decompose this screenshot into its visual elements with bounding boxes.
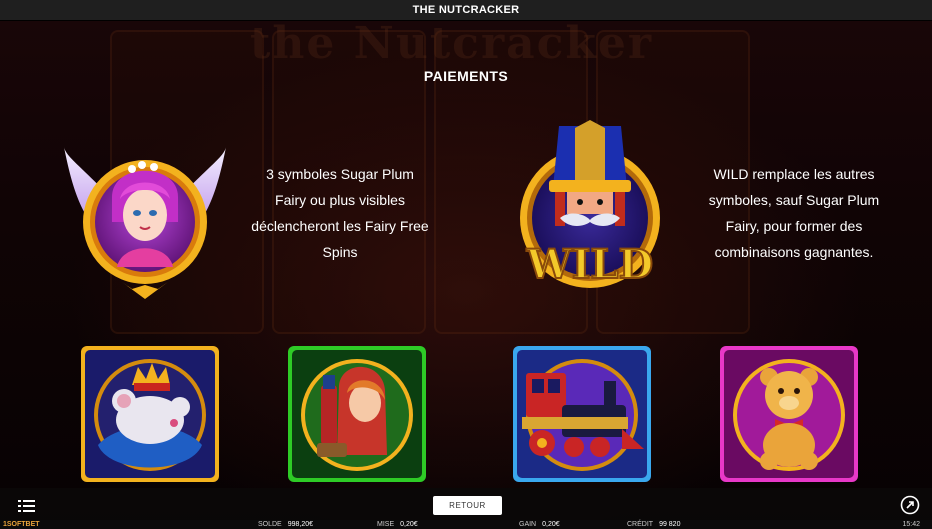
feature-line: Fairy ou plus visibles [275,192,405,208]
paytable-heading: PAIEMENTS [423,68,509,84]
feature-line: WILD remplace les autres [713,166,875,182]
game-title: THE NUTCRACKER [412,4,520,16]
win-value: 0,20€ [542,521,560,528]
win-display: GAIN 0,20€ [519,520,560,529]
credit-value: 99 820 [659,521,681,528]
balance-label: SOLDE [258,521,282,528]
exit-icon[interactable] [900,495,920,515]
return-button[interactable]: RETOUR [433,496,502,515]
balance-display: SOLDE 998,20€ [258,520,313,529]
menu-icon[interactable] [16,496,38,516]
status-bar: 1SOFTBET SOLDE 998,20€ MISE 0,20€ GAIN 0,20… [0,520,932,529]
sugar-plum-fairy-icon [62,127,228,307]
balance-value: 998,20€ [287,521,314,528]
bet-value: 0,20€ [400,521,418,528]
brand-logo: 1SOFTBET [3,521,40,528]
clara-nutcracker-icon [287,345,427,483]
toy-train-icon [512,345,652,483]
bet-display: MISE 0,20€ [377,520,418,529]
win-label: GAIN [519,521,537,528]
bet-label: MISE [377,521,395,528]
wild-badge: WILD [526,241,653,288]
feature-line: Spins [322,244,358,260]
wild-feature-description: WILD remplace les autres symboles, sauf … [690,161,898,265]
credit-display: CRÉDIT 99 820 [627,520,680,529]
teddy-bear-icon [719,345,859,483]
credit-label: CRÉDIT [627,521,654,528]
feature-line: symboles, sauf Sugar Plum [708,192,880,208]
feature-line: combinaisons gagnantes. [714,244,874,260]
fairy-feature-description: 3 symboles Sugar Plum Fairy ou plus visi… [238,161,442,265]
feature-line: déclencheront les Fairy Free [251,218,429,234]
feature-line: Fairy, pour former des [725,218,863,234]
feature-line: 3 symboles Sugar Plum [266,166,414,182]
wild-nutcracker-icon: WILD [515,118,665,303]
mouse-king-icon [80,345,220,483]
clock: 15:42 [902,521,920,528]
